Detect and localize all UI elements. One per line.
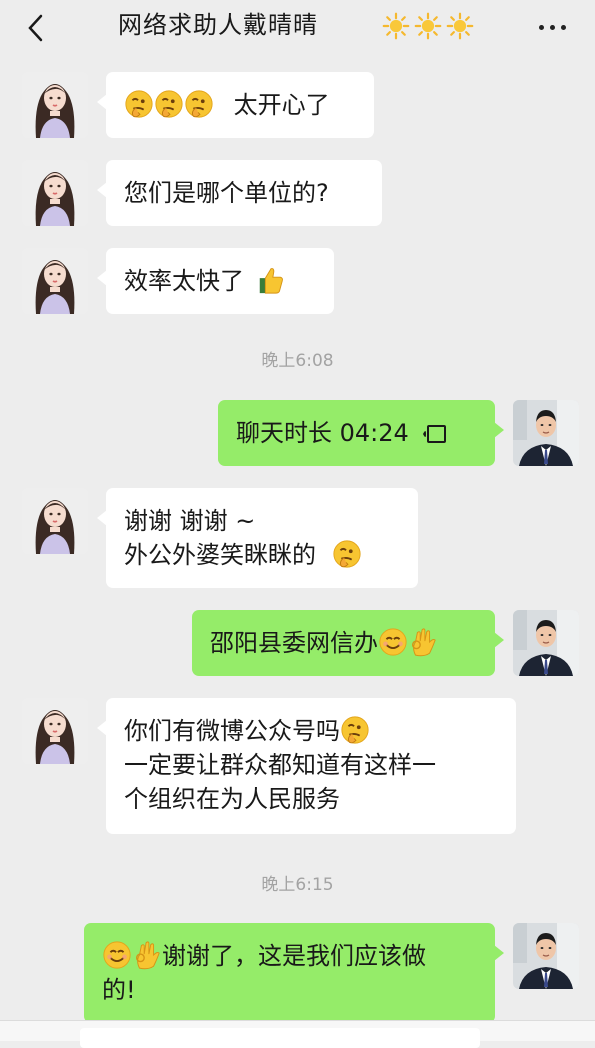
timestamp: 晚上6:15 <box>261 875 334 895</box>
chat-title: 网络求助人戴晴晴 <box>118 11 318 39</box>
sun-emoji-icon <box>382 12 410 40</box>
contact-avatar[interactable] <box>22 698 88 764</box>
message-bubble-outgoing[interactable]: 谢谢了，这是我们应该做 的! <box>84 923 504 1023</box>
message-bubble-outgoing[interactable]: 邵阳县委网信办 <box>192 610 504 676</box>
ok-hand-emoji-icon <box>132 940 162 970</box>
message-text-line: 一定要让群众都知道有这样一 <box>124 751 436 779</box>
message-text: 效率太快了 <box>124 267 244 295</box>
message-text: 邵阳县委网信办 <box>210 629 378 657</box>
timestamp: 晚上6:08 <box>261 351 334 371</box>
user-avatar[interactable] <box>513 610 579 676</box>
sun-emoji-icon <box>446 12 474 40</box>
message-text-line: 你们有微博公众号吗 <box>124 717 340 745</box>
message-bubble-incoming[interactable]: 你们有微博公众号吗 一定要让群众都知道有这样一 个组织在为人民服务 <box>97 698 516 834</box>
more-options-button[interactable] <box>532 12 572 42</box>
thinking-face-emoji-icon <box>124 89 154 119</box>
back-button[interactable] <box>18 10 54 46</box>
thinking-face-emoji-icon <box>184 89 214 119</box>
ok-hand-emoji-icon <box>408 627 438 657</box>
chevron-left-icon <box>28 14 43 42</box>
dot-icon <box>549 24 555 30</box>
call-duration-text: 聊天时长 04:24 <box>236 419 409 447</box>
contact-avatar[interactable] <box>22 72 88 138</box>
message-bubble-incoming[interactable]: 太开心了 <box>97 72 374 138</box>
message-text-line: 谢谢 谢谢 ~ <box>124 507 256 535</box>
message-bubble-incoming[interactable]: 您们是哪个单位的? <box>97 160 382 226</box>
message-text: 您们是哪个单位的? <box>124 179 329 207</box>
message-bubble-incoming[interactable]: 效率太快了 <box>97 248 334 314</box>
contact-avatar[interactable] <box>22 248 88 314</box>
contact-avatar[interactable] <box>22 160 88 226</box>
smiling-face-emoji-icon <box>378 627 408 657</box>
thinking-face-emoji-icon <box>332 539 362 569</box>
dot-icon <box>538 24 544 30</box>
message-text-line: 外公外婆笑眯眯的 <box>124 541 316 569</box>
message-bubble-outgoing[interactable]: 聊天时长 04:24 <box>218 400 504 466</box>
dot-icon <box>560 24 566 30</box>
smiling-face-emoji-icon <box>102 940 132 970</box>
thinking-face-emoji-icon <box>154 89 184 119</box>
message-text-line: 的! <box>102 976 136 1004</box>
title-emoji-group <box>382 12 474 40</box>
message-bubble-incoming[interactable]: 谢谢 谢谢 ~ 外公外婆笑眯眯的 <box>97 488 418 588</box>
thinking-face-emoji-icon <box>340 715 370 745</box>
contact-avatar[interactable] <box>22 488 88 554</box>
message-input[interactable] <box>80 1028 480 1048</box>
voice-call-icon <box>422 425 446 443</box>
user-avatar[interactable] <box>513 923 579 989</box>
sun-emoji-icon <box>414 12 442 40</box>
message-text: 太开心了 <box>233 91 330 119</box>
chat-header: 网络求助人戴晴晴 <box>0 0 595 56</box>
message-text-line: 谢谢了，这是我们应该做 <box>162 942 426 970</box>
user-avatar[interactable] <box>513 400 579 466</box>
thumbs-up-emoji-icon <box>256 265 286 295</box>
message-text-line: 个组织在为人民服务 <box>124 785 340 813</box>
